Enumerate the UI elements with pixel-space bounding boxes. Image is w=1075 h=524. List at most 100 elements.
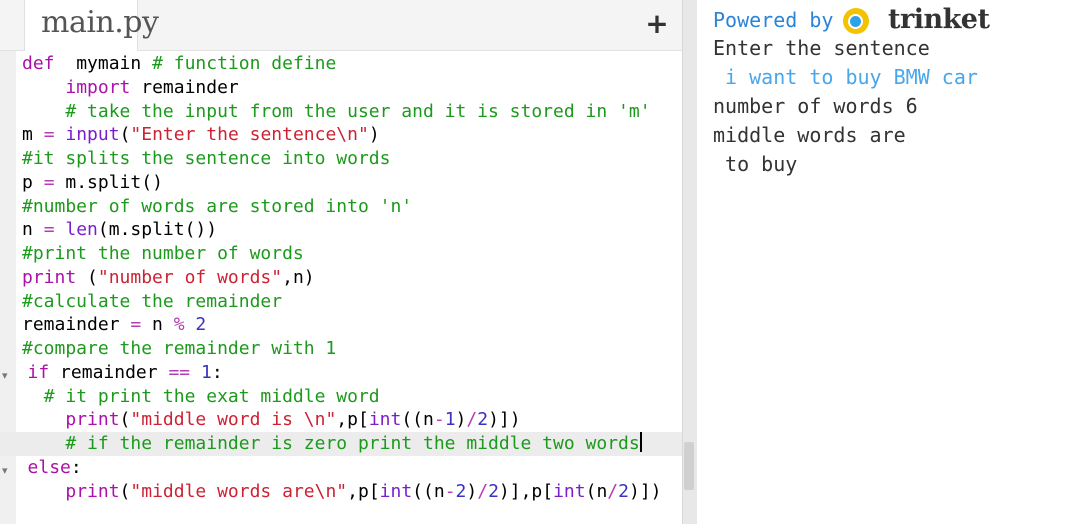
file-tab-label: main.py — [41, 5, 159, 40]
code-token: int — [553, 480, 586, 502]
code-token: m.split() — [54, 171, 163, 193]
code-editor-pane: main.py + def mymain # function define i… — [0, 0, 682, 524]
console-output-line: to buy — [713, 152, 798, 176]
code-token: "middle word is \n" — [130, 409, 337, 431]
code-token: = — [43, 124, 55, 146]
console-output-line: number of words 6 — [713, 94, 918, 118]
code-line[interactable]: n = len(m.split()) — [22, 218, 682, 242]
code-token: )]) — [628, 480, 662, 502]
console-output-line: middle words are — [713, 123, 906, 147]
code-token: ( — [76, 266, 98, 288]
code-line[interactable]: import remainder — [22, 76, 682, 100]
fold-arrow-icon[interactable]: ▾ — [2, 369, 8, 382]
code-token: mymain — [54, 53, 153, 74]
code-token: 2 — [184, 314, 207, 336]
code-token: p — [22, 171, 44, 193]
trinket-brand[interactable]: trinket — [888, 4, 990, 35]
code-line[interactable]: ▾ else: — [2, 456, 682, 480]
code-token: # function define — [152, 53, 337, 74]
code-line[interactable]: # it print the exat middle word — [22, 385, 682, 409]
code-token: : — [70, 456, 82, 478]
code-token: #it splits the sentence into words — [22, 148, 391, 169]
code-token: == — [168, 361, 191, 383]
console-output[interactable]: Enter the sentence i want to buy BMW car… — [713, 34, 978, 179]
code-token: #print the number of words — [22, 243, 304, 264]
plus-icon: + — [645, 7, 669, 40]
file-tab-main-py[interactable]: main.py — [24, 0, 159, 51]
code-token: else — [27, 456, 71, 478]
code-token: print — [65, 409, 120, 431]
code-token: 2 — [488, 480, 499, 502]
code-line[interactable]: print("middle words are\n",p[int((n-2)/2… — [22, 480, 682, 504]
code-token: ( — [119, 480, 131, 502]
code-line[interactable]: p = m.split() — [22, 171, 682, 195]
code-token: ( — [119, 124, 131, 146]
code-token: 2 — [455, 480, 467, 502]
code-token: if — [27, 361, 50, 383]
code-token: % — [173, 314, 185, 336]
code-line[interactable]: # take the input from the user and it is… — [22, 100, 682, 124]
code-token: ((n — [412, 480, 445, 502]
code-token: ,n) — [282, 266, 315, 288]
fold-arrow-icon[interactable]: ▾ — [2, 464, 8, 477]
code-token: 2 — [477, 409, 489, 431]
code-token: ) — [466, 480, 478, 502]
code-token: # take the input from the user and it is… — [65, 100, 651, 122]
code-line[interactable]: m = input("Enter the sentence\n") — [22, 123, 682, 147]
code-line[interactable]: #compare the remainder with 1 — [22, 337, 682, 361]
code-token: / — [477, 480, 489, 502]
editor-scrollbar-thumb[interactable] — [684, 442, 694, 490]
output-pane: Powered by trinket Enter the sentence i … — [697, 0, 1075, 524]
file-tab-bar: main.py + — [0, 0, 682, 51]
code-token: ,p[ — [336, 409, 369, 431]
code-line[interactable]: ▾ if remainder == 1: — [2, 361, 682, 385]
code-token: int — [379, 480, 413, 502]
code-token: ) — [455, 409, 467, 431]
code-token: (n — [585, 480, 608, 502]
code-token: int — [368, 409, 402, 431]
code-token: print — [22, 266, 77, 288]
powered-by-link[interactable]: Powered by — [713, 6, 870, 36]
text-cursor — [639, 432, 642, 452]
code-token: = — [130, 314, 142, 336]
code-line[interactable]: # if the remainder is zero print the mid… — [0, 432, 682, 456]
code-token: ( — [119, 409, 131, 431]
trinket-logo-icon — [843, 8, 870, 34]
code-token: )],p[ — [498, 480, 554, 502]
code-line[interactable]: def mymain # function define — [22, 52, 682, 76]
code-token: remainder — [22, 314, 131, 336]
powered-by-text: Powered by — [713, 8, 834, 32]
code-line[interactable]: #calculate the remainder — [22, 290, 682, 314]
code-token: 1 — [190, 361, 212, 383]
code-token: - — [444, 480, 456, 502]
code-line[interactable]: #number of words are stored into 'n' — [22, 195, 682, 219]
code-line[interactable]: #it splits the sentence into words — [22, 147, 682, 171]
code-line[interactable]: print ("number of words",n) — [22, 266, 682, 290]
code-token: input — [54, 124, 120, 146]
code-token: / — [466, 409, 478, 431]
code-token: ,p[ — [347, 480, 380, 502]
code-token: ) — [368, 124, 380, 146]
add-file-button[interactable]: + — [645, 10, 669, 38]
code-token: = — [43, 219, 55, 241]
code-token: # it print the exat middle word — [43, 385, 380, 407]
code-token: remainder — [130, 76, 239, 98]
code-area[interactable]: def mymain # function define import rema… — [0, 52, 682, 504]
code-token: / — [607, 480, 619, 502]
code-token: = — [43, 171, 55, 193]
code-token: n — [22, 219, 44, 241]
code-line[interactable]: remainder = n % 2 — [22, 313, 682, 337]
code-token: #number of words are stored into 'n' — [22, 195, 413, 217]
code-token: # if the remainder is zero print the mid… — [65, 433, 640, 454]
code-line[interactable]: #print the number of words — [22, 242, 682, 266]
code-token: "Enter the sentence\n" — [130, 124, 369, 146]
console-input-line: i want to buy BMW car — [713, 65, 978, 89]
code-token: "number of words" — [97, 266, 283, 288]
code-line[interactable]: print("middle word is \n",p[int((n-1)/2)… — [22, 408, 682, 432]
